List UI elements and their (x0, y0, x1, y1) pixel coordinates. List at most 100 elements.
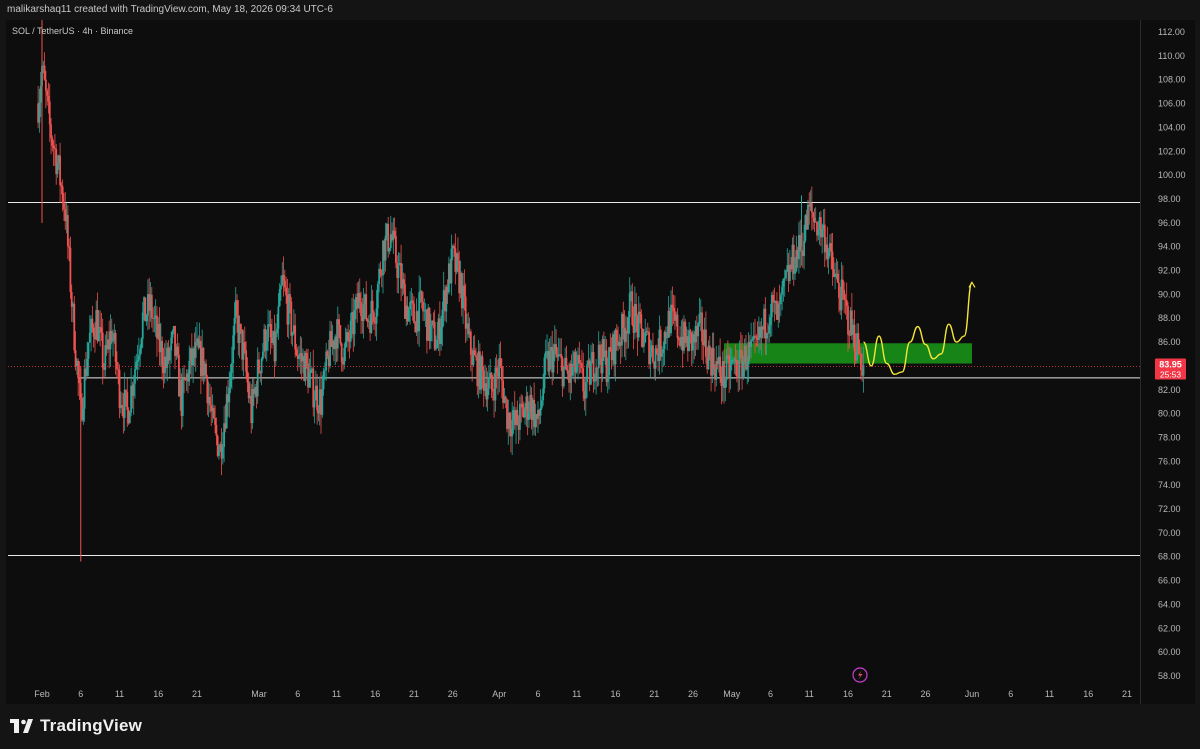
price-tick-label: 92.00 (1158, 266, 1181, 276)
candle-body (666, 337, 669, 339)
candle (212, 404, 215, 420)
tradingview-logo[interactable]: TradingView (10, 716, 142, 736)
candle (834, 262, 836, 290)
candle-body (110, 331, 113, 342)
time-tick-label: 11 (332, 689, 341, 699)
candle-body (644, 332, 647, 343)
candle-body (590, 362, 592, 385)
time-tick-label: 21 (409, 689, 419, 699)
candle-body (755, 336, 758, 338)
candle (158, 307, 161, 366)
candle (537, 401, 539, 433)
candle (282, 256, 285, 297)
candle-body (140, 338, 143, 349)
candle-body (742, 361, 745, 377)
candle-body (322, 370, 325, 390)
candle-body (423, 310, 426, 312)
candle-body (847, 305, 849, 335)
candle (298, 345, 300, 368)
candle-body (294, 325, 297, 350)
candle-body (236, 300, 238, 317)
candle-body (123, 389, 126, 418)
candle-body (516, 409, 519, 425)
price-tick-label: 80.00 (1158, 409, 1181, 419)
candle-body (269, 324, 272, 338)
price-tick-label: 74.00 (1158, 480, 1181, 490)
candle-body (836, 273, 839, 283)
candle (135, 353, 138, 371)
candle (64, 192, 67, 230)
lightning-bolt (858, 670, 863, 680)
candle-body (575, 364, 578, 373)
candle-body (384, 235, 387, 261)
candle (836, 261, 839, 284)
candle-body (56, 162, 59, 175)
candle-body (44, 79, 47, 91)
bar-countdown: 25:53 (1160, 370, 1182, 380)
candle-body (43, 65, 46, 80)
candle-body (540, 400, 543, 408)
candle (823, 208, 826, 268)
candle-body (283, 280, 286, 288)
candle-body (701, 312, 703, 342)
candle (624, 315, 627, 361)
candle (59, 142, 61, 203)
candle-body (670, 304, 672, 334)
candle-body (51, 138, 54, 146)
candle (251, 378, 254, 430)
candle (339, 325, 342, 346)
candle (77, 358, 80, 396)
chart-svg[interactable]: 58.00 60.00 62.00 64.00 66.00 68.00 70.00 72.00… (0, 0, 1200, 749)
candle-body (373, 312, 375, 323)
candle (308, 358, 311, 388)
candle-body (221, 446, 224, 459)
candle (674, 295, 676, 330)
candle-body (52, 145, 55, 149)
candle (499, 341, 502, 369)
candle (637, 296, 640, 342)
time-tick-label: 6 (768, 689, 773, 699)
candle-body (117, 369, 120, 371)
candle-body (282, 275, 285, 281)
candle-body (376, 284, 379, 309)
time-tick-label: 16 (370, 689, 380, 699)
candle-body (609, 347, 612, 352)
candle (413, 296, 415, 324)
candle (773, 287, 776, 322)
candle (777, 300, 780, 328)
candle (433, 309, 436, 352)
price-tick-label: 98.00 (1158, 194, 1181, 204)
candle-body (295, 349, 298, 356)
candle (387, 216, 390, 258)
candle-body (751, 338, 754, 341)
candle-body (807, 204, 809, 230)
time-tick-label: 21 (882, 689, 892, 699)
candle (418, 275, 421, 347)
candle-body (843, 289, 846, 300)
candle-body (139, 348, 142, 356)
time-tick-label: 21 (649, 689, 659, 699)
candle-body (114, 333, 117, 362)
time-tick-label: 11 (1045, 689, 1054, 699)
price-tick-label: 112.00 (1158, 27, 1185, 37)
candle-body (100, 327, 103, 333)
candle-body (627, 317, 630, 334)
candle-body (63, 203, 65, 210)
candle-body (769, 317, 772, 326)
candle (206, 374, 209, 416)
candle-body (622, 313, 625, 328)
price-tick-label: 70.00 (1158, 528, 1181, 538)
candle (819, 211, 822, 247)
candle-body (640, 314, 643, 329)
time-tick-label: 26 (688, 689, 698, 699)
price-tick-label: 94.00 (1158, 242, 1181, 252)
candle-body (171, 331, 174, 338)
price-tick-label: 88.00 (1158, 313, 1181, 323)
candle-body (671, 304, 674, 308)
lightning-icon-layer (852, 667, 868, 683)
candle-body (66, 214, 69, 247)
candle-body (247, 382, 250, 399)
candle-body (230, 363, 233, 373)
candle (608, 346, 610, 390)
candle-body (338, 319, 340, 326)
